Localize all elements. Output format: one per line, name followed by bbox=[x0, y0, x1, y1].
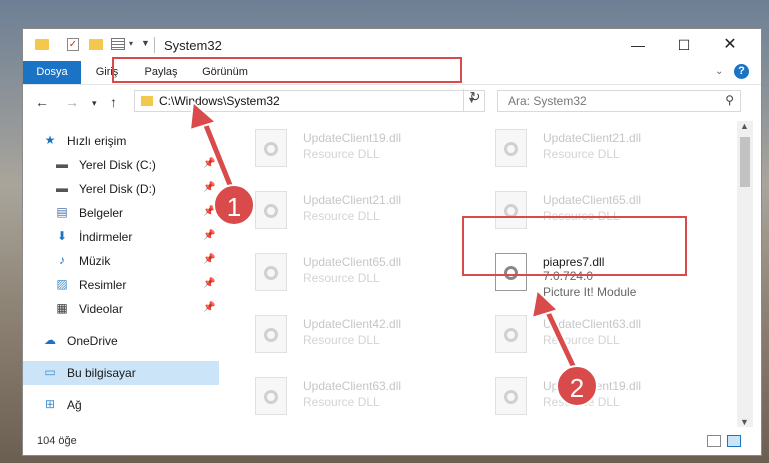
arrow-2-shaft bbox=[542, 303, 578, 373]
arrow-1-head bbox=[188, 99, 219, 132]
step-1-badge: 1 bbox=[213, 184, 255, 226]
arrow-2-head bbox=[530, 287, 560, 320]
annotation-arrows bbox=[188, 99, 580, 375]
arrow-1-shaft bbox=[200, 115, 235, 193]
step-2-badge: 2 bbox=[556, 365, 598, 407]
